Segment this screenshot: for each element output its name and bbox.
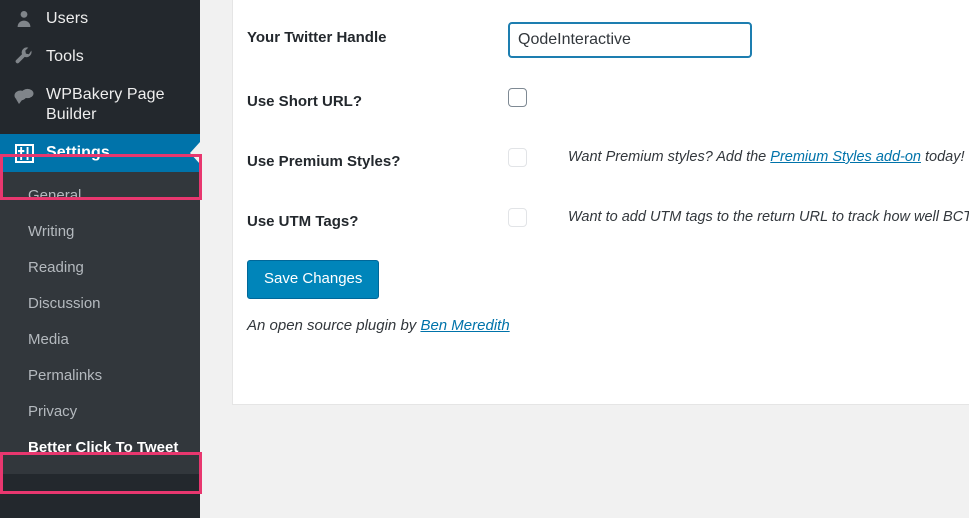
sidebar-item-media[interactable]: Media [0,322,200,358]
sidebar-item-reading[interactable]: Reading [0,250,200,286]
label-use-premium-styles: Use Premium Styles? [247,153,401,170]
sidebar-item-label: WPBakery Page Builder [46,86,165,123]
sidebar-item-wpbakery-page-builder[interactable]: WPBakery Page Builder [0,76,200,134]
label-twitter-handle: Your Twitter Handle [247,29,387,46]
main-content: Your Twitter Handle Use Short URL? [200,0,969,518]
settings-submenu: General Writing Reading Discussion Media… [0,172,200,474]
settings-form-table: Your Twitter Handle Use Short URL? [233,8,969,252]
sidebar-item-writing[interactable]: Writing [0,214,200,250]
sliders-icon [10,143,38,163]
wpbakery-icon [10,85,38,105]
wrench-icon [10,47,38,67]
sidebar-item-users[interactable]: Users [0,0,200,38]
sidebar-item-label: Users [46,10,89,27]
settings-form-card: Your Twitter Handle Use Short URL? [232,0,969,405]
use-premium-styles-checkbox[interactable] [508,148,527,167]
plugin-credit: An open source plugin by Ben Meredith [233,299,969,334]
twitter-handle-input[interactable] [508,22,752,58]
credit-text: An open source plugin by [247,317,421,334]
premium-styles-description: Want Premium styles? Add the Premium Sty… [568,146,965,167]
sidebar-item-general[interactable]: General [0,178,200,214]
sidebar-item-better-click-to-tweet[interactable]: Better Click To Tweet [0,430,200,466]
premium-desc-after: today! [920,149,965,165]
form-row-utm-tags: Use UTM Tags? Want to add UTM tags to th… [233,192,969,252]
utm-tags-description: Want to add UTM tags to the return URL t… [568,209,969,225]
admin-sidebar: Users Tools WPBakery Page Builder Settin… [0,0,202,518]
use-short-url-checkbox[interactable] [508,88,527,107]
sidebar-item-label: Settings [46,144,110,161]
sidebar-item-discussion[interactable]: Discussion [0,286,200,322]
sidebar-item-settings[interactable]: Settings [0,134,200,172]
save-changes-button[interactable]: Save Changes [247,260,380,299]
use-utm-tags-checkbox[interactable] [508,208,527,227]
sidebar-item-permalinks[interactable]: Permalinks [0,358,200,394]
sidebar-item-tools[interactable]: Tools [0,38,200,76]
sidebar-item-privacy[interactable]: Privacy [0,394,200,430]
form-row-twitter-handle: Your Twitter Handle [233,8,969,72]
label-use-utm-tags: Use UTM Tags? [247,213,359,230]
wordpress-admin-screen: Users Tools WPBakery Page Builder Settin… [0,0,969,518]
sidebar-item-label: Tools [46,48,84,65]
premium-styles-addon-link[interactable]: Premium Styles add-on [770,149,921,165]
current-menu-arrow-icon [190,142,200,164]
users-icon [10,9,38,29]
premium-desc-before: Want Premium styles? Add the [568,149,771,165]
label-use-short-url: Use Short URL? [247,93,363,110]
form-row-short-url: Use Short URL? [233,72,969,132]
form-row-premium-styles: Use Premium Styles? Want Premium styles?… [233,132,969,192]
ben-meredith-link[interactable]: Ben Meredith [420,317,509,334]
admin-menu: Users Tools WPBakery Page Builder Settin… [0,0,200,172]
